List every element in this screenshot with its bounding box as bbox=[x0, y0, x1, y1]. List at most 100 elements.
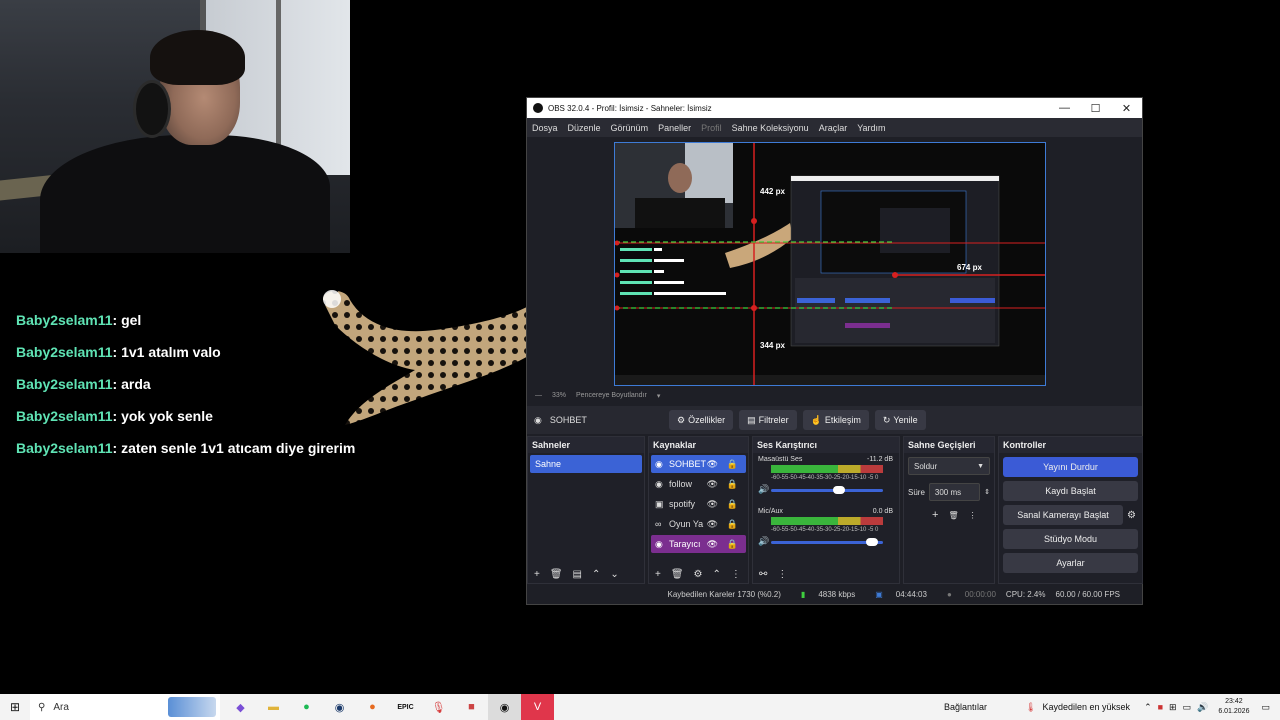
spotify-icon[interactable]: ● bbox=[290, 694, 323, 720]
chevron-up-icon[interactable]: ⌃ bbox=[713, 569, 721, 580]
properties-button[interactable]: ⚙ Özellikler bbox=[669, 410, 734, 430]
chevron-down-icon[interactable]: ⌄ bbox=[610, 569, 618, 580]
gear-icon[interactable]: ⚙ bbox=[1127, 510, 1136, 521]
add-icon[interactable]: + bbox=[655, 569, 661, 580]
copilot-icon[interactable]: ◆ bbox=[224, 694, 257, 720]
microphone-icon[interactable]: 🎙 bbox=[422, 694, 455, 720]
menu-profile[interactable]: Profil bbox=[701, 123, 722, 133]
eye-icon[interactable]: 👁 bbox=[707, 499, 718, 510]
weather-text[interactable]: Kaydedilen en yüksek bbox=[1043, 702, 1131, 712]
file-explorer-icon[interactable]: ▬ bbox=[257, 694, 290, 720]
notification-icon[interactable]: ▭ bbox=[1261, 702, 1270, 713]
windows-start-icon[interactable]: ⊞ bbox=[0, 700, 30, 714]
start-virtual-camera-button[interactable]: Sanal Kamerayı Başlat bbox=[1003, 505, 1124, 525]
trash-icon[interactable]: 🗑 bbox=[671, 569, 684, 580]
headphones bbox=[133, 80, 171, 138]
chevron-down-icon[interactable]: ▾ bbox=[657, 392, 661, 400]
obs-logo-icon bbox=[533, 103, 543, 113]
settings-button[interactable]: Ayarlar bbox=[1003, 553, 1138, 573]
chevron-up-icon[interactable]: ⌃ bbox=[1144, 702, 1152, 713]
menu-edit[interactable]: Düzenle bbox=[568, 123, 601, 133]
eye-icon[interactable]: 👁 bbox=[707, 519, 718, 530]
maximize-button[interactable]: ☐ bbox=[1080, 98, 1111, 118]
more-icon[interactable]: ⋮ bbox=[731, 569, 741, 580]
menu-view[interactable]: Görünüm bbox=[611, 123, 649, 133]
volume-knob[interactable] bbox=[866, 538, 878, 546]
link-icon[interactable]: ⚯ bbox=[759, 569, 767, 580]
obs-icon[interactable]: ◉ bbox=[488, 694, 521, 720]
obs-titlebar[interactable]: OBS 32.0.4 - Profil: İsimsiz - Sahneler:… bbox=[527, 98, 1142, 118]
app-icon[interactable]: ■ bbox=[455, 694, 488, 720]
taskbar-search[interactable]: ⚲ Ara bbox=[30, 694, 220, 720]
source-label: spotify bbox=[669, 499, 696, 509]
gear-icon[interactable]: ⚙ bbox=[694, 569, 703, 580]
more-icon[interactable]: ⋮ bbox=[969, 511, 977, 520]
filter-icon[interactable]: ▤ bbox=[573, 569, 582, 580]
lock-icon[interactable]: 🔒 bbox=[727, 539, 738, 550]
refresh-label: Yenile bbox=[893, 415, 918, 425]
studio-mode-button[interactable]: Stüdyo Modu bbox=[1003, 529, 1138, 549]
preview-zoom-bar: — 33% Pencereye Boyutlandır ▾ bbox=[527, 388, 1130, 403]
valorant-icon[interactable]: V bbox=[521, 694, 554, 720]
menu-file[interactable]: Dosya bbox=[532, 123, 558, 133]
scene-item[interactable]: Sahne bbox=[530, 455, 642, 473]
stop-stream-button[interactable]: Yayını Durdur bbox=[1003, 457, 1138, 477]
menu-docks[interactable]: Paneller bbox=[658, 123, 691, 133]
firefox-icon[interactable]: ● bbox=[356, 694, 389, 720]
source-item[interactable]: ∞ Oyun Ya 👁 🔒 bbox=[651, 515, 746, 533]
interact-button[interactable]: ☝ Etkileşim bbox=[802, 410, 869, 430]
lock-icon[interactable]: 🔒 bbox=[727, 459, 738, 470]
menu-scene-collection[interactable]: Sahne Koleksiyonu bbox=[732, 123, 809, 133]
tray-app-icon[interactable]: ■ bbox=[1158, 702, 1163, 712]
refresh-button[interactable]: ↻ Yenile bbox=[874, 410, 926, 430]
clock[interactable]: 23:42 6.01.2026 bbox=[1218, 697, 1249, 717]
source-item[interactable]: ▣ spotify 👁 🔒 bbox=[651, 495, 746, 513]
source-item[interactable]: ◉ SOHBET 👁 🔒 bbox=[651, 455, 746, 473]
trash-icon[interactable]: 🗑 bbox=[550, 569, 563, 580]
lock-icon[interactable]: 🔒 bbox=[727, 499, 738, 510]
zoom-out-button[interactable]: — bbox=[535, 392, 542, 399]
menu-bar: Dosya Düzenle Görünüm Paneller Profil Sa… bbox=[527, 118, 1142, 137]
source-item[interactable]: ◉ follow 👁 🔒 bbox=[651, 475, 746, 493]
close-button[interactable]: ✕ bbox=[1111, 98, 1142, 118]
filters-button[interactable]: ▤ Filtreler bbox=[739, 410, 797, 430]
fit-to-window[interactable]: Pencereye Boyutlandır bbox=[576, 392, 647, 399]
lock-icon[interactable]: 🔒 bbox=[727, 479, 738, 490]
volume-icon[interactable]: 🔊 bbox=[1197, 702, 1208, 713]
connections-label[interactable]: Bağlantılar bbox=[944, 702, 987, 712]
filters-label: Filtreler bbox=[758, 415, 789, 425]
mixer-channel: Masaüstü Ses -11.2 dB -60-55-50-45-40-35… bbox=[753, 453, 899, 505]
steam-icon[interactable]: ◉ bbox=[323, 694, 356, 720]
tray-app-icon[interactable]: ⊞ bbox=[1169, 702, 1177, 713]
browser-icon: ◉ bbox=[655, 458, 663, 469]
stream-time-value: 04:44:03 bbox=[895, 589, 927, 599]
source-item[interactable]: ◉ Tarayıcı 👁 🔒 bbox=[651, 535, 746, 553]
chevron-up-icon[interactable]: ⌃ bbox=[592, 569, 600, 580]
more-icon[interactable]: ⋮ bbox=[777, 569, 787, 580]
speaker-icon[interactable]: 🔊 bbox=[758, 484, 769, 495]
start-recording-button[interactable]: Kaydı Başlat bbox=[1003, 481, 1138, 501]
minimize-button[interactable]: — bbox=[1049, 98, 1080, 118]
program-preview[interactable]: 442 px 674 px 344 px bbox=[614, 142, 1046, 386]
desktop-stream-view: Baby2selam11: gel Baby2selam11: 1v1 atal… bbox=[0, 0, 1280, 694]
eye-icon[interactable]: 👁 bbox=[707, 479, 718, 490]
duration-input[interactable]: 300 ms bbox=[928, 483, 981, 501]
volume-knob[interactable] bbox=[833, 486, 845, 494]
volume-slider[interactable] bbox=[771, 538, 883, 546]
trash-icon[interactable]: 🗑 bbox=[948, 511, 958, 520]
add-icon[interactable]: + bbox=[932, 509, 938, 521]
menu-tools[interactable]: Araçlar bbox=[819, 123, 848, 133]
network-icon[interactable]: ▭ bbox=[1183, 702, 1192, 713]
add-icon[interactable]: + bbox=[534, 569, 540, 580]
transition-type: Soldur bbox=[914, 461, 938, 471]
lock-icon[interactable]: 🔒 bbox=[727, 519, 738, 530]
eye-icon[interactable]: 👁 bbox=[707, 459, 718, 470]
transition-select[interactable]: Soldur ▼ bbox=[908, 457, 990, 475]
menu-help[interactable]: Yardım bbox=[857, 123, 885, 133]
chat-message: Baby2selam11: zaten senle 1v1 atıcam diy… bbox=[16, 440, 355, 472]
stepper-icon[interactable]: ⇕ bbox=[984, 488, 990, 496]
volume-slider[interactable] bbox=[771, 486, 883, 494]
speaker-icon[interactable]: 🔊 bbox=[758, 536, 769, 547]
eye-icon[interactable]: 👁 bbox=[707, 539, 718, 550]
epic-games-icon[interactable]: EPIC bbox=[389, 694, 422, 720]
